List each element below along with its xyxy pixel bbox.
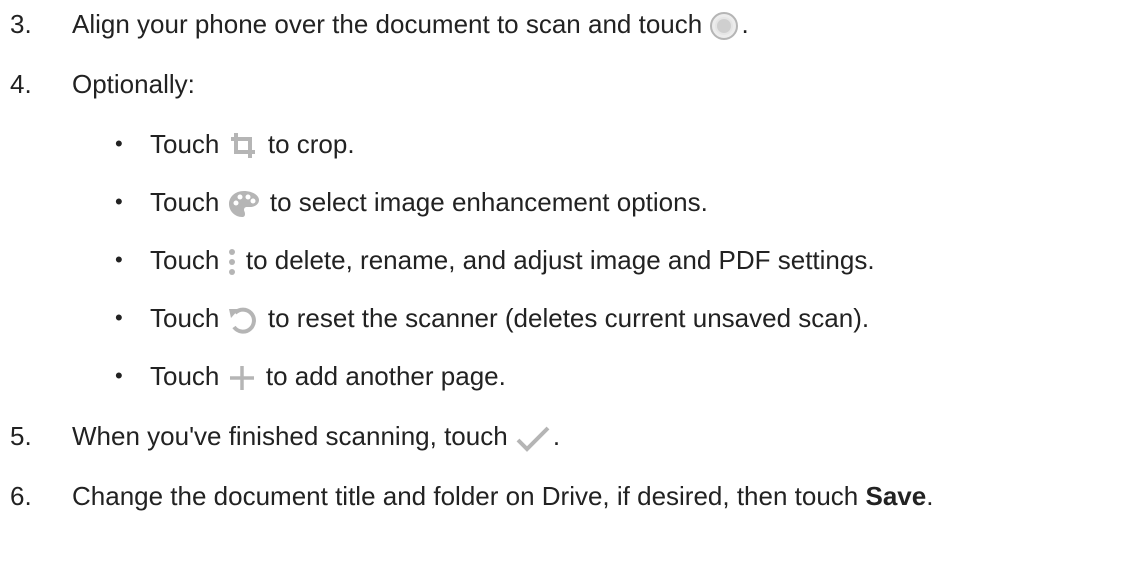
sub-item-prefix: Touch [150,361,220,391]
step-text: When you've finished scanning, touch [72,421,508,451]
step-number: 5. [10,421,32,451]
step-text: Align your phone over the document to sc… [72,9,703,39]
sub-item-text: to select image enhancement options. [269,187,708,217]
step-text: Change the document title and folder on … [72,481,859,511]
more-vert-icon [227,247,237,277]
step-number: 4. [10,69,32,99]
checkmark-icon [515,423,551,453]
bullet: • [115,363,123,388]
sub-item-prefix: Touch [150,187,220,217]
palette-icon [227,189,261,219]
step-text-end: . [552,421,561,451]
step-text-end: . [926,481,934,511]
shutter-icon [709,11,739,41]
crop-icon [227,131,259,161]
step-text-end: . [741,9,749,39]
step-number: 3. [10,9,32,39]
save-emphasis: Save [865,481,927,511]
bullet: • [115,131,123,156]
step-text: Optionally: [72,69,195,99]
sub-item-prefix: Touch [150,245,220,275]
bullet: • [115,189,123,214]
bullet: • [115,247,123,272]
sub-item-text: to reset the scanner (deletes current un… [267,303,870,333]
sub-item-prefix: Touch [150,129,220,159]
bullet: • [115,305,123,330]
step-number: 6. [10,481,32,511]
sub-item-text: to delete, rename, and adjust image and … [245,245,875,275]
sub-item-text: to add another page. [265,361,506,391]
plus-icon [227,363,257,393]
sub-item-text: to crop. [267,129,355,159]
reset-icon [227,305,259,335]
sub-item-prefix: Touch [150,303,220,333]
